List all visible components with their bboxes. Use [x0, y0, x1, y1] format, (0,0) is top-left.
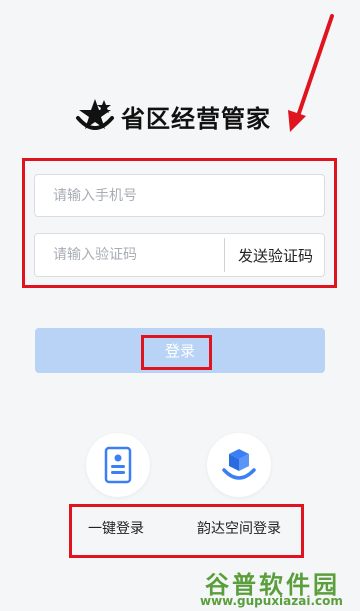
one-click-login-button[interactable] [86, 433, 150, 497]
brand-name: 省区经营管家 [121, 104, 271, 133]
send-code-button[interactable]: 发送验证码 [225, 245, 324, 266]
annotation-box-alt-login [69, 504, 304, 558]
app-logo: 省区经营管家 [75, 94, 320, 138]
verification-code-input[interactable] [35, 234, 224, 276]
yunda-space-login-button[interactable] [207, 433, 271, 497]
phone-input[interactable] [35, 175, 324, 216]
phone-field [34, 174, 325, 217]
star-smile-logo-icon [76, 99, 114, 130]
verification-code-field: 发送验证码 [34, 233, 325, 277]
phone-card-icon [104, 446, 132, 484]
annotation-box-login [141, 335, 212, 370]
cube-smile-icon [222, 449, 256, 480]
watermark-url: www.gupuxiazai.com [200, 594, 343, 608]
